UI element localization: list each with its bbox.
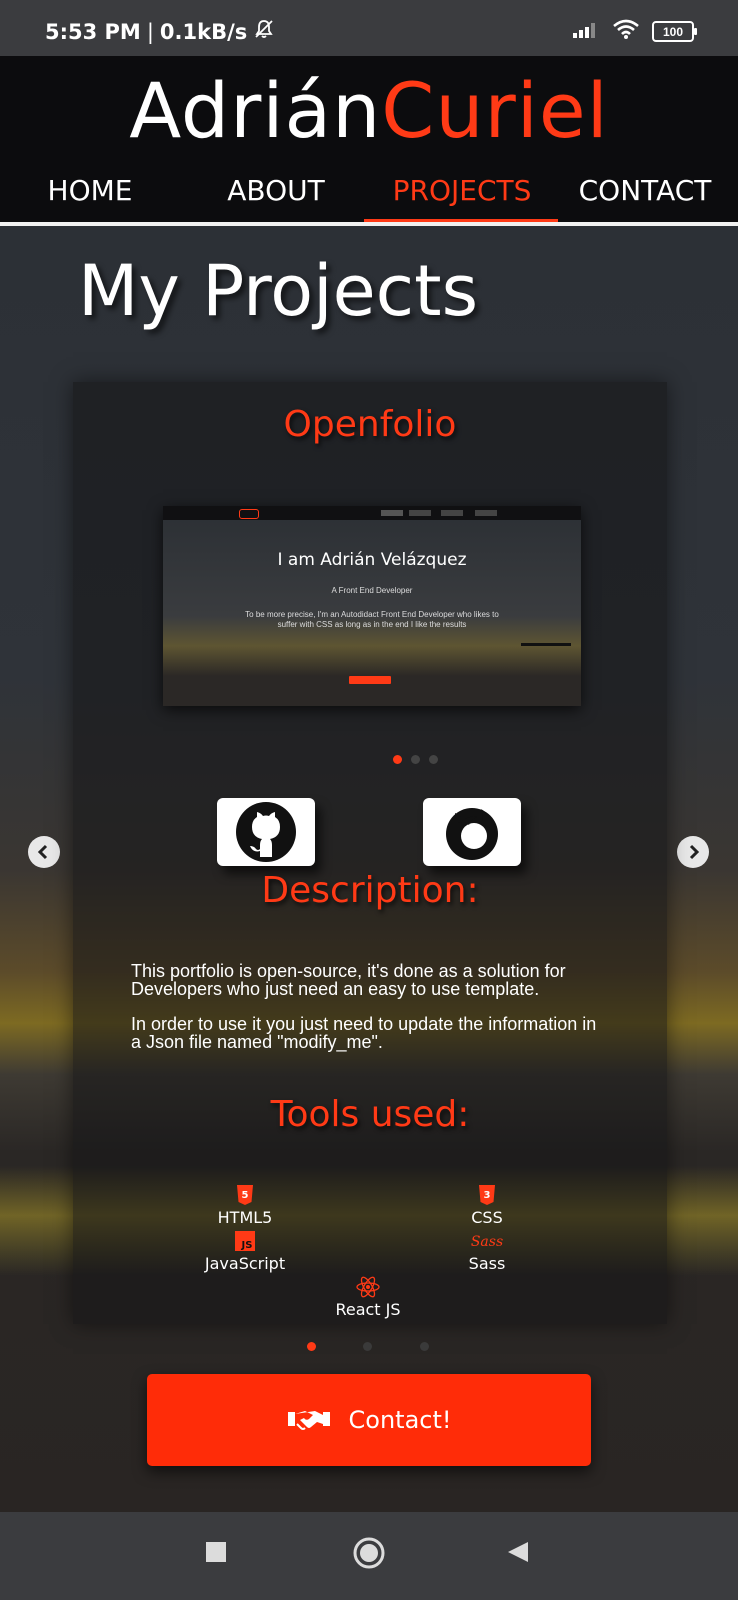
tool-label: Sass — [468, 1254, 506, 1273]
contact-button-label: Contact! — [348, 1406, 452, 1434]
signal-icon — [572, 19, 600, 44]
nav-home[interactable]: HOME — [20, 174, 160, 207]
preview-tab — [475, 510, 497, 516]
brand-last-name: Curiel — [381, 66, 609, 155]
svg-text:5: 5 — [242, 1190, 249, 1201]
image-dot-3[interactable] — [429, 755, 438, 764]
css3-icon: 3 — [479, 1185, 495, 1205]
preview-logo — [239, 509, 259, 519]
phone-screen: 5:53 PM | 0.1kB/s 100 AdriánCuriel HOME … — [0, 0, 738, 1600]
battery-icon: 100 — [652, 21, 697, 42]
handshake-icon — [287, 1411, 330, 1430]
preview-tab — [409, 510, 431, 516]
description-paragraph-1: This portfolio is open-source, it's done… — [131, 961, 566, 999]
status-bar: 5:53 PM | 0.1kB/s 100 — [0, 0, 738, 56]
svg-text:JS: JS — [241, 1240, 253, 1251]
recents-button[interactable] — [204, 1540, 228, 1569]
square-icon — [206, 1542, 226, 1562]
system-nav-bar — [0, 1512, 738, 1600]
description-paragraph-2: In order to use it you just need to upda… — [131, 1014, 597, 1052]
nav-contact[interactable]: CONTACT — [565, 174, 725, 207]
image-dot-1[interactable] — [393, 755, 402, 764]
wifi-icon — [612, 18, 640, 45]
status-left: 5:53 PM | 0.1kB/s — [45, 18, 275, 45]
tool-react: React JS — [298, 1276, 438, 1319]
preview-navbar — [163, 506, 581, 520]
status-time: 5:53 PM — [45, 19, 141, 44]
tools-title: Tools used: — [270, 1094, 470, 1135]
github-link-button[interactable] — [217, 798, 315, 866]
back-button[interactable] — [506, 1540, 530, 1569]
project-screenshot[interactable]: I am Adrián Velázquez A Front End Develo… — [163, 506, 581, 706]
contact-button[interactable]: Contact! — [147, 1374, 591, 1466]
tool-label: JavaScript — [204, 1254, 286, 1273]
svg-text:Sass: Sass — [471, 1234, 503, 1250]
firefox-link-button[interactable] — [423, 798, 521, 866]
circle-icon — [353, 1537, 385, 1569]
preview-heading: I am Adrián Velázquez — [277, 550, 467, 570]
main-nav: HOME ABOUT PROJECTS CONTACT — [0, 174, 738, 223]
svg-text:3: 3 — [484, 1190, 491, 1201]
preview-button — [349, 676, 391, 684]
preview-tab — [381, 510, 403, 516]
tool-html5: 5 HTML5 — [175, 1184, 315, 1227]
chevron-left-icon — [37, 844, 48, 860]
tool-label: CSS — [471, 1208, 503, 1227]
firefox-icon — [446, 808, 498, 860]
site-header: AdriánCuriel HOME ABOUT PROJECTS CONTACT — [0, 56, 738, 226]
mute-bell-icon — [253, 18, 275, 45]
tool-sass: Sass Sass — [417, 1230, 557, 1273]
project-card: Openfolio I am Adrián Velázquez A Front … — [73, 382, 667, 1324]
carousel-next-button[interactable] — [677, 836, 709, 868]
sass-icon: Sass — [471, 1234, 503, 1250]
preview-text: To be more precise, I'm an Autodidact Fr… — [245, 610, 499, 629]
status-net-speed: 0.1kB/s — [159, 19, 248, 44]
preview-pier — [521, 643, 571, 686]
brand-logo[interactable]: AdriánCuriel — [0, 66, 738, 155]
chevron-right-icon — [689, 844, 700, 860]
carousel-dot-2[interactable] — [363, 1342, 372, 1351]
tool-label: React JS — [335, 1300, 401, 1319]
page-title: My Projects — [78, 250, 479, 332]
brand-first-name: Adrián — [129, 66, 382, 155]
description-title: Description: — [261, 870, 479, 911]
image-dot-2[interactable] — [411, 755, 420, 764]
javascript-icon: JS — [235, 1231, 255, 1251]
react-icon — [356, 1276, 380, 1298]
carousel-dot-1[interactable] — [307, 1342, 316, 1351]
tool-label: HTML5 — [217, 1208, 273, 1227]
html5-icon: 5 — [237, 1185, 253, 1205]
project-title: Openfolio — [283, 404, 457, 445]
status-separator: | — [146, 19, 154, 44]
preview-tab — [441, 510, 463, 516]
tool-javascript: JS JavaScript — [175, 1230, 315, 1273]
carousel-prev-button[interactable] — [28, 836, 60, 868]
preview-subheading: A Front End Developer — [331, 586, 413, 595]
nav-about[interactable]: ABOUT — [206, 174, 346, 207]
home-button[interactable] — [352, 1536, 386, 1575]
tool-css: 3 CSS — [417, 1184, 557, 1227]
github-icon — [236, 802, 296, 862]
nav-projects[interactable]: PROJECTS — [372, 174, 552, 207]
status-right: 100 — [572, 18, 697, 45]
project-description: This portfolio is open-source, it's done… — [131, 962, 611, 1068]
carousel-dot-3[interactable] — [420, 1342, 429, 1351]
back-triangle-icon — [508, 1542, 528, 1562]
